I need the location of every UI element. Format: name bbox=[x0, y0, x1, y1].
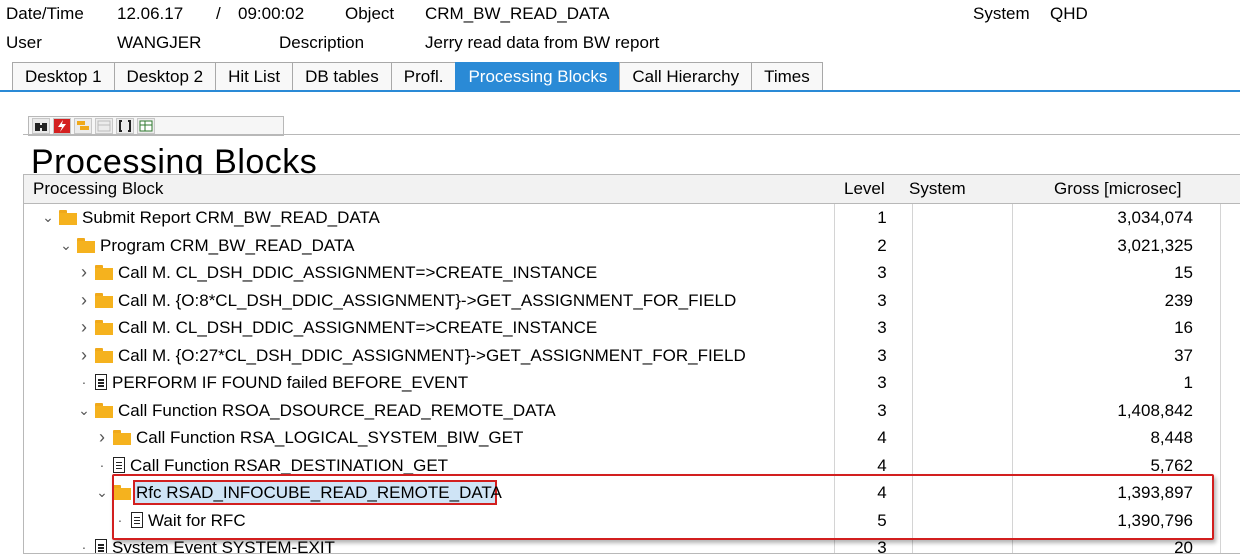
processing-block-label: PERFORM IF FOUND failed BEFORE_EVENT bbox=[112, 373, 469, 392]
tab-times[interactable]: Times bbox=[751, 62, 823, 90]
chevron-right-icon[interactable]: › bbox=[78, 314, 90, 341]
binoculars-icon[interactable] bbox=[32, 118, 50, 134]
chevron-down-icon[interactable]: ⌄ bbox=[42, 204, 54, 231]
tab-processing-blocks[interactable]: Processing Blocks bbox=[455, 62, 621, 90]
document-icon bbox=[113, 456, 125, 473]
chevron-right-icon[interactable]: › bbox=[78, 259, 90, 286]
folder-icon bbox=[95, 347, 113, 363]
table-row[interactable]: ⌄ Program CRM_BW_READ_DATA 2 3,021,325 bbox=[24, 232, 1240, 260]
level-cell: 3 bbox=[877, 373, 887, 392]
column-header-level[interactable]: Level bbox=[844, 175, 885, 203]
processing-block-label: Call Function RSA_LOGICAL_SYSTEM_BIW_GET bbox=[136, 428, 524, 447]
user-value: WANGJER bbox=[117, 33, 202, 52]
tree-leaf-dot-icon: · bbox=[81, 539, 87, 554]
folder-icon bbox=[95, 265, 113, 280]
chevron-down-icon[interactable]: ⌄ bbox=[78, 397, 90, 424]
grid-header: Processing Block Level System Gross [mic… bbox=[24, 175, 1240, 204]
level-cell: 3 bbox=[877, 290, 887, 310]
tab-desktop-2[interactable]: Desktop 2 bbox=[113, 62, 217, 90]
gross-cell: 37 bbox=[1174, 345, 1193, 365]
level-cell: 3 bbox=[877, 263, 887, 282]
processing-block-label: Call Function RSOA_DSOURCE_READ_REMOTE_D… bbox=[118, 400, 556, 420]
chevron-right-icon[interactable]: › bbox=[78, 342, 90, 369]
table-icon[interactable] bbox=[137, 118, 155, 134]
description-label: Description bbox=[279, 33, 365, 52]
table-row[interactable]: ⌄ Call Function RSOA_DSOURCE_READ_REMOTE_… bbox=[24, 397, 1240, 425]
level-cell: 2 bbox=[877, 235, 887, 255]
document-icon bbox=[95, 539, 107, 553]
datetime-label: Date/Time bbox=[6, 4, 84, 23]
page-title-area: Processing Blocks bbox=[23, 134, 1240, 175]
folder-icon bbox=[77, 237, 95, 253]
gross-cell: 1,408,842 bbox=[1117, 400, 1193, 420]
time-value: 09:00:02 bbox=[238, 4, 305, 23]
folder-icon bbox=[113, 430, 131, 445]
table-row[interactable]: › Call Function RSA_LOGICAL_SYSTEM_BIW_GE… bbox=[24, 424, 1240, 452]
table-row[interactable]: › Call M. {O:8*CL_DSH_DDIC_ASSIGNMENT}->G… bbox=[24, 287, 1240, 315]
date-time-separator: / bbox=[216, 4, 221, 23]
folder-icon bbox=[95, 320, 113, 335]
gross-cell: 16 bbox=[1174, 318, 1193, 337]
folder-icon bbox=[59, 210, 77, 225]
object-label: Object bbox=[345, 4, 395, 23]
level-cell: 3 bbox=[877, 345, 887, 365]
tab-desktop-1[interactable]: Desktop 1 bbox=[12, 62, 115, 90]
gross-cell: 3,021,325 bbox=[1117, 235, 1193, 255]
level-cell: 3 bbox=[877, 318, 887, 337]
table-row[interactable]: ⌄ Submit Report CRM_BW_READ_DATA 1 3,034,07… bbox=[24, 204, 1240, 232]
processing-block-label: Call M. {O:27*CL_DSH_DDIC_ASSIGNMENT}->G… bbox=[118, 345, 746, 365]
lightning-icon[interactable] bbox=[53, 118, 71, 134]
description-value: Jerry read data from BW report bbox=[425, 33, 660, 52]
gross-cell: 3,034,074 bbox=[1117, 208, 1193, 227]
tab-hit-list[interactable]: Hit List bbox=[215, 62, 294, 90]
chevron-down-icon[interactable]: ⌄ bbox=[60, 232, 72, 259]
tab-db-tables[interactable]: DB tables bbox=[292, 62, 392, 90]
folder-icon bbox=[95, 292, 113, 308]
layout-icon[interactable] bbox=[95, 118, 113, 134]
document-icon bbox=[95, 374, 107, 390]
tab-strip: Desktop 1 Desktop 2 Hit List DB tables P… bbox=[12, 62, 823, 90]
tab-profl[interactable]: Profl. bbox=[390, 62, 457, 90]
system-label: System bbox=[973, 4, 1030, 23]
processing-block-label: Program CRM_BW_READ_DATA bbox=[100, 235, 355, 255]
tab-underline bbox=[0, 90, 1240, 92]
user-label: User bbox=[6, 33, 42, 52]
processing-block-label: Call M. CL_DSH_DDIC_ASSIGNMENT=>CREATE_I… bbox=[118, 263, 598, 282]
folder-icon bbox=[95, 402, 113, 418]
bracket-icon[interactable] bbox=[116, 118, 134, 134]
object-value: CRM_BW_READ_DATA bbox=[425, 4, 610, 23]
level-cell: 4 bbox=[877, 428, 887, 447]
column-header-gross[interactable]: Gross [microsec] bbox=[1054, 175, 1182, 203]
gross-cell: 15 bbox=[1174, 263, 1193, 282]
tree-leaf-dot-icon: · bbox=[81, 374, 87, 390]
level-cell: 1 bbox=[877, 208, 887, 227]
processing-block-label: Submit Report CRM_BW_READ_DATA bbox=[82, 208, 380, 227]
gross-cell: 1 bbox=[1183, 373, 1193, 392]
processing-block-label: Call M. {O:8*CL_DSH_DDIC_ASSIGNMENT}->GE… bbox=[118, 290, 737, 310]
tree-leaf-dot-icon: · bbox=[99, 456, 105, 473]
chevron-right-icon[interactable]: › bbox=[78, 287, 90, 314]
table-row[interactable]: › Call M. {O:27*CL_DSH_DDIC_ASSIGNMENT}->… bbox=[24, 342, 1240, 370]
date-value: 12.06.17 bbox=[117, 4, 184, 23]
highlight-annotation-box bbox=[112, 474, 1214, 540]
table-row[interactable]: › Call M. CL_DSH_DDIC_ASSIGNMENT=>CREATE_… bbox=[24, 259, 1240, 287]
column-header-system[interactable]: System bbox=[909, 175, 966, 203]
table-row[interactable]: › Call M. CL_DSH_DDIC_ASSIGNMENT=>CREATE_… bbox=[24, 314, 1240, 342]
chevron-down-icon[interactable]: ⌄ bbox=[96, 479, 108, 506]
column-header-processing-block[interactable]: Processing Block bbox=[33, 175, 163, 203]
system-value: QHD bbox=[1050, 4, 1088, 23]
page-title: Processing Blocks bbox=[31, 143, 318, 175]
chevron-right-icon[interactable]: › bbox=[96, 424, 108, 451]
toolbar bbox=[28, 116, 284, 136]
gross-cell: 8,448 bbox=[1150, 428, 1193, 447]
level-cell: 3 bbox=[877, 400, 887, 420]
processing-block-label: Call M. CL_DSH_DDIC_ASSIGNMENT=>CREATE_I… bbox=[118, 318, 598, 337]
tab-call-hierarchy[interactable]: Call Hierarchy bbox=[619, 62, 753, 90]
expand-icon[interactable] bbox=[74, 118, 92, 134]
table-row[interactable]: · PERFORM IF FOUND failed BEFORE_EVENT 3 1 bbox=[24, 369, 1240, 397]
gross-cell: 239 bbox=[1164, 290, 1193, 310]
